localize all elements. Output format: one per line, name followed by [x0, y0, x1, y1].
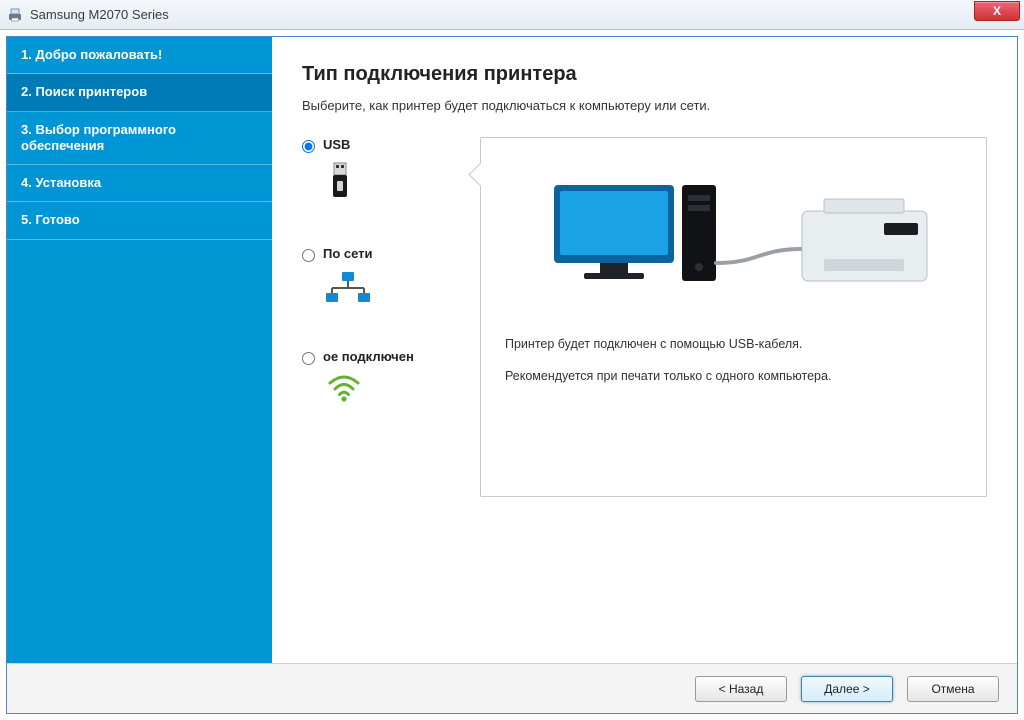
step-software[interactable]: 3. Выбор программного обеспечения [7, 112, 272, 166]
wifi-icon [326, 373, 362, 406]
step-install[interactable]: 4. Установка [7, 165, 272, 202]
radio-usb[interactable] [302, 140, 315, 153]
close-icon: X [993, 4, 1001, 18]
preview-line-2: Рекомендуется при печати только с одного… [505, 368, 962, 386]
step-label: 4. Установка [21, 175, 101, 190]
option-usb[interactable]: USB [302, 137, 462, 204]
step-label: 1. Добро пожаловать! [21, 47, 162, 62]
preview-line-1: Принтер будет подключен с помощью USB-ка… [505, 336, 962, 354]
network-icon [326, 270, 370, 307]
option-wireless[interactable]: ое подключен [302, 349, 462, 406]
main-panel: Тип подключения принтера Выберите, как п… [272, 37, 1017, 663]
cancel-button[interactable]: Отмена [907, 676, 999, 702]
option-label: USB [323, 137, 350, 153]
connection-options: USB [302, 137, 462, 406]
option-label: ое подключен [323, 349, 414, 365]
page-subtitle: Выберите, как принтер будет подключаться… [302, 98, 987, 113]
step-search-printers[interactable]: 2. Поиск принтеров [7, 74, 272, 111]
titlebar: Samsung M2070 Series X [0, 0, 1024, 30]
step-label: 2. Поиск принтеров [21, 84, 147, 99]
connection-preview: Принтер будет подключен с помощью USB-ка… [480, 137, 987, 497]
window-title: Samsung M2070 Series [30, 7, 169, 22]
wizard-button-bar: < Назад Далее > Отмена [7, 663, 1017, 713]
radio-network[interactable] [302, 249, 315, 262]
option-label: По сети [323, 246, 373, 262]
step-welcome[interactable]: 1. Добро пожаловать! [7, 37, 272, 74]
step-label: 5. Готово [21, 212, 80, 227]
radio-wireless[interactable] [302, 352, 315, 365]
preview-illustration [505, 162, 962, 312]
printer-app-icon [6, 6, 24, 24]
page-title: Тип подключения принтера [302, 63, 987, 86]
step-label: 3. Выбор программного обеспечения [21, 122, 176, 153]
usb-icon [326, 161, 354, 204]
close-button[interactable]: X [974, 1, 1020, 21]
window-body: 1. Добро пожаловать! 2. Поиск принтеров … [6, 36, 1018, 714]
next-button[interactable]: Далее > [801, 676, 893, 702]
back-button[interactable]: < Назад [695, 676, 787, 702]
wizard-sidebar: 1. Добро пожаловать! 2. Поиск принтеров … [7, 37, 272, 663]
step-done[interactable]: 5. Готово [7, 202, 272, 239]
option-network[interactable]: По сети [302, 246, 462, 307]
